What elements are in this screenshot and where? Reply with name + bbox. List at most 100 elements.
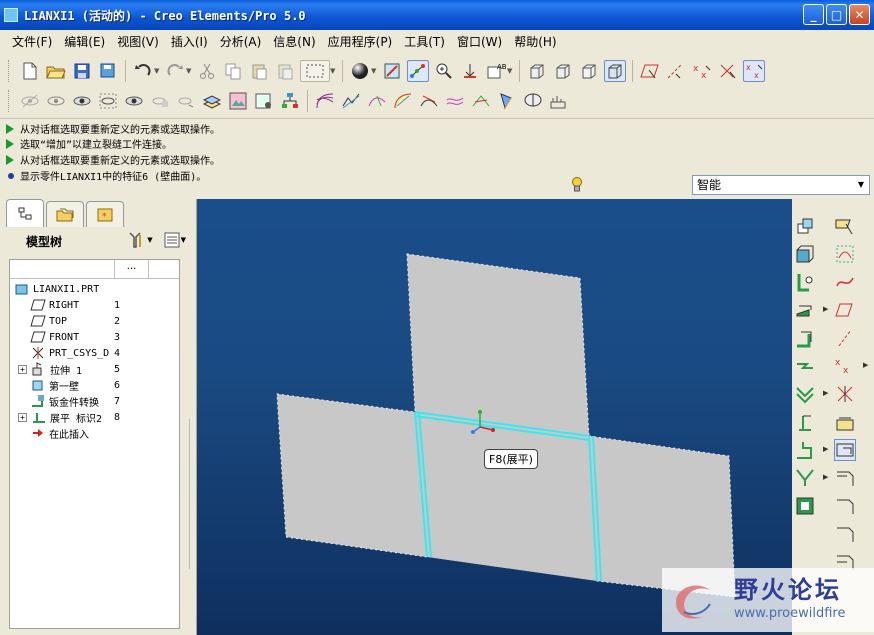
zoom-out-icon[interactable] [459,60,481,82]
save-icon[interactable] [71,60,93,82]
menu-file[interactable]: 文件(F) [6,32,58,52]
copy-icon[interactable] [222,60,244,82]
tree-item[interactable]: RIGHT [30,297,79,313]
appearance-gallery-icon[interactable] [227,90,249,112]
datum-plane-create-icon[interactable] [834,299,856,321]
datum-axis-display-icon[interactable] [665,60,687,82]
flyout-arrow-icon[interactable]: ▶ [823,389,828,397]
edge-bend-icon[interactable] [834,495,856,517]
cut-icon[interactable] [196,60,218,82]
undo-dropdown-icon[interactable]: ▼ [154,67,162,75]
blend-tool-icon[interactable] [794,299,816,321]
unbend-tool-icon[interactable] [794,383,816,405]
datum-point-display-icon[interactable]: xx [691,60,713,82]
tree-item[interactable]: LIANXI1.PRT [14,281,99,297]
save-copy-icon[interactable] [97,60,119,82]
csys-display-icon[interactable] [717,60,739,82]
layers-icon[interactable] [201,90,223,112]
redo-dropdown-icon[interactable]: ▼ [186,67,194,75]
deviation-analysis-icon[interactable] [444,90,466,112]
redo-icon[interactable] [164,60,186,82]
selection-box-icon[interactable] [300,60,330,82]
menu-tools[interactable]: 工具(T) [398,32,451,52]
datum-axis-create-icon[interactable] [834,327,856,349]
spin-center-icon[interactable] [407,60,429,82]
tree-item[interactable]: FRONT [30,329,79,345]
refit-icon[interactable]: AB [485,60,507,82]
tree-item[interactable]: 钣金件转换 [30,393,99,409]
curvature-analysis-icon[interactable] [314,90,336,112]
section-analysis-icon[interactable] [522,90,544,112]
sketch-tool-icon[interactable] [834,243,856,265]
analysis-feature-icon[interactable] [834,411,856,433]
show-all-icon[interactable] [71,90,93,112]
annotation-display-icon[interactable]: xx [743,60,765,82]
settings-tools-icon[interactable]: ▼ [127,231,153,249]
repaint-icon[interactable] [381,60,403,82]
tab-model-tree[interactable] [6,199,44,227]
toolbar-grip[interactable] [8,60,11,82]
shade-dropdown-icon[interactable]: ▼ [371,67,379,75]
datum-point-create-icon[interactable]: xx [834,355,856,377]
left-flange-surface[interactable] [276,393,428,558]
curve-tool-icon[interactable] [834,271,856,293]
tree-item[interactable]: + 拉伸 1 [18,361,82,377]
expand-icon[interactable]: + [18,364,27,374]
graph-analysis-icon[interactable] [340,90,362,112]
isolate-icon[interactable] [149,90,171,112]
maximize-button[interactable]: □ [826,4,847,25]
tab-folder-browser[interactable] [46,201,84,227]
expand-icon[interactable]: + [18,412,27,422]
shade-sphere-icon[interactable] [349,60,371,82]
orient-icon[interactable] [578,60,600,82]
sketched-curve-icon[interactable] [834,215,856,237]
toolbar-grip[interactable] [8,90,11,112]
shaded-curvature-icon[interactable] [496,90,518,112]
paste-icon[interactable] [248,60,270,82]
menu-analysis[interactable]: 分析(A) [214,32,268,52]
close-button[interactable]: ✕ [849,4,870,25]
flange-tool-icon[interactable] [794,327,816,349]
view-manager-icon[interactable] [526,60,548,82]
bend-back-icon[interactable] [794,411,816,433]
lightbulb-icon[interactable] [571,176,583,194]
datum-plane-tool-icon[interactable] [794,215,816,237]
flyout-arrow-icon[interactable]: ▶ [863,361,868,369]
revolve-tool-icon[interactable] [794,271,816,293]
flyout-arrow-icon[interactable]: ▶ [823,473,828,481]
datum-plane-display-icon[interactable] [639,60,661,82]
saved-analysis-icon[interactable] [548,90,570,112]
tab-favorites[interactable]: * [86,201,124,227]
form-tool-icon[interactable] [834,439,856,461]
visibility-icon[interactable] [123,90,145,112]
tree-item[interactable]: TOP [30,313,67,329]
selection-filter-select[interactable]: 智能 ▼ [692,175,870,195]
tree-item[interactable]: 在此插入 [30,425,89,441]
rip-tool-icon[interactable] [794,467,816,489]
open-folder-icon[interactable] [45,60,67,82]
merge-tool-icon[interactable] [794,495,816,517]
flyout-arrow-icon[interactable]: ▶ [823,445,828,453]
csys-create-icon[interactable] [834,383,856,405]
layer-visibility-icon[interactable] [175,90,197,112]
model-tree-structure-icon[interactable] [279,90,301,112]
menu-info[interactable]: 信息(N) [267,32,321,52]
refit-dropdown-icon[interactable]: ▼ [507,67,515,75]
panel-resize-handle[interactable] [189,419,195,569]
menu-help[interactable]: 帮助(H) [508,32,562,52]
selection-dropdown-icon[interactable]: ▼ [330,67,338,75]
unhide-icon[interactable] [45,90,67,112]
upper-wall-surface[interactable] [406,253,590,437]
tree-item[interactable]: + 展平 标识2 [18,409,102,425]
menu-edit[interactable]: 编辑(E) [58,32,111,52]
dihedral-analysis-icon[interactable] [470,90,492,112]
tree-item[interactable]: PRT_CSYS_D [30,345,109,361]
corner-relief-icon[interactable] [834,467,856,489]
slope-analysis-icon[interactable] [392,90,414,112]
zoom-in-icon[interactable] [433,60,455,82]
convert-tool-icon[interactable] [834,523,856,545]
draft-analysis-icon[interactable] [366,90,388,112]
reflection-analysis-icon[interactable] [418,90,440,112]
hide-icon[interactable] [19,90,41,112]
menu-view[interactable]: 视图(V) [111,32,165,52]
